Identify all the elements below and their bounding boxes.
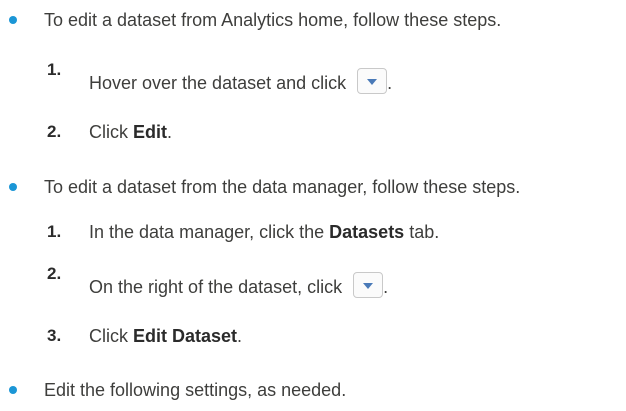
dataset-actions-dropdown-button[interactable] bbox=[357, 68, 388, 95]
step-number: 1. bbox=[47, 222, 62, 241]
step-number: 3. bbox=[47, 326, 62, 345]
step-number: 2. bbox=[47, 264, 62, 283]
step-text: Click Edit. bbox=[89, 121, 172, 143]
chevron-down-icon bbox=[363, 283, 374, 290]
bullet-text: To edit a dataset from Analytics home, f… bbox=[44, 10, 502, 30]
dataset-actions-dropdown-button[interactable] bbox=[353, 272, 384, 299]
step-text-post: . bbox=[387, 73, 393, 93]
instructions-document: To edit a dataset from Analytics home, f… bbox=[0, 0, 626, 411]
step-text: Click Edit Dataset. bbox=[89, 325, 242, 347]
step-number: 1. bbox=[47, 60, 62, 79]
bullet-dot-icon bbox=[9, 16, 17, 24]
step-text-pre: In the data manager, click the bbox=[89, 222, 330, 242]
bullet-dot-icon bbox=[9, 183, 17, 191]
bullet-text: To edit a dataset from the data manager,… bbox=[44, 177, 521, 197]
bullet-dot-icon bbox=[9, 386, 17, 394]
step-text-pre: Click bbox=[89, 122, 133, 142]
step-text-pre: On the right of the dataset, click bbox=[89, 277, 343, 297]
chevron-down-icon bbox=[367, 79, 378, 86]
step-text-pre: Click bbox=[89, 326, 133, 346]
step-text-bold: Edit Dataset bbox=[133, 326, 238, 346]
step-text-bold: Edit bbox=[133, 122, 167, 142]
step-text-pre: Hover over the dataset and click bbox=[89, 73, 347, 93]
step-text-post: . bbox=[237, 326, 243, 346]
bullet-text: Edit the following settings, as needed. bbox=[44, 380, 347, 400]
step-text: Hover over the dataset and click . bbox=[89, 68, 393, 95]
step-text-bold: Datasets bbox=[329, 222, 405, 242]
step-text-post: . bbox=[383, 277, 389, 297]
step-text: On the right of the dataset, click . bbox=[89, 272, 389, 299]
step-number: 2. bbox=[47, 122, 62, 141]
step-text-post: . bbox=[167, 122, 173, 142]
step-text: In the data manager, click the Datasets … bbox=[89, 221, 439, 243]
step-text-post: tab. bbox=[404, 222, 440, 242]
